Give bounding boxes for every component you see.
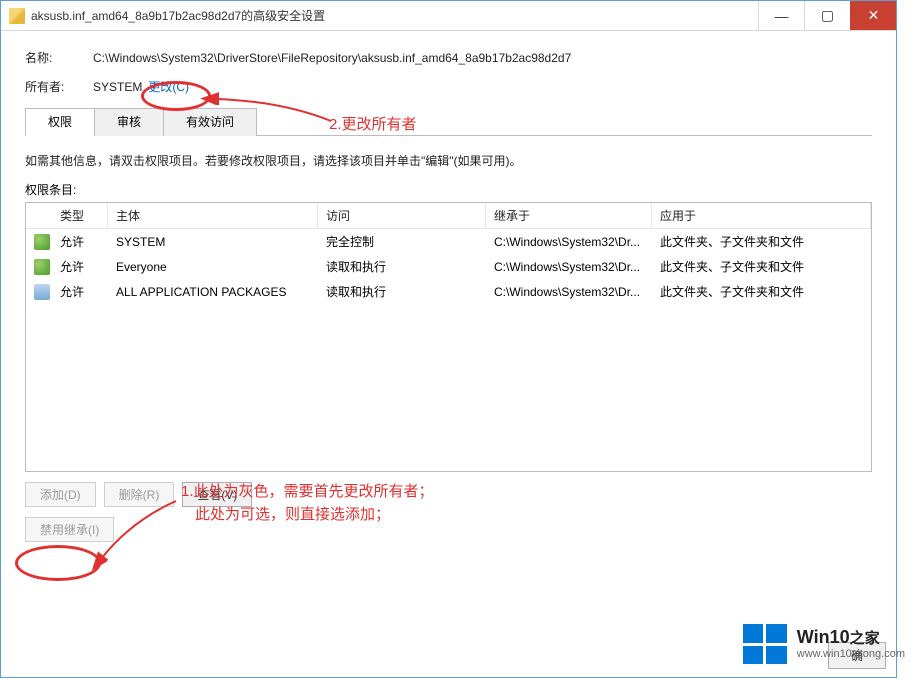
row-inherit: C:\Windows\System32\Dr... <box>486 283 652 301</box>
close-button[interactable]: ✕ <box>850 1 896 30</box>
tab-effective-access[interactable]: 有效访问 <box>163 108 257 136</box>
col-inherit[interactable]: 继承于 <box>486 203 652 228</box>
row-type: 允许 <box>52 281 108 302</box>
principal-icon <box>34 284 50 300</box>
table-body: 允许SYSTEM完全控制C:\Windows\System32\Dr...此文件… <box>26 229 871 304</box>
name-value: C:\Windows\System32\DriverStore\FileRepo… <box>93 51 571 65</box>
row-access: 完全控制 <box>318 231 486 252</box>
row-type: 允许 <box>52 256 108 277</box>
row-inherit: C:\Windows\System32\Dr... <box>486 258 652 276</box>
titlebar[interactable]: aksusb.inf_amd64_8a9b17b2ac98d2d7的高级安全设置… <box>1 1 896 31</box>
watermark-text: Win10之家 www.win10xitong.com <box>797 628 905 660</box>
remove-button[interactable]: 删除(R) <box>104 482 175 507</box>
owner-label: 所有者: <box>25 78 93 95</box>
col-access[interactable]: 访问 <box>318 203 486 228</box>
row-type: 允许 <box>52 231 108 252</box>
row-icon <box>26 282 52 302</box>
watermark-site: www.win10xitong.com <box>797 648 905 660</box>
row-access: 读取和执行 <box>318 256 486 277</box>
folder-icon <box>9 8 25 24</box>
owner-row: 所有者: SYSTEM 更改(C) <box>25 78 872 95</box>
watermark: Win10之家 www.win10xitong.com <box>743 624 905 664</box>
col-apply[interactable]: 应用于 <box>652 203 871 228</box>
row-inherit: C:\Windows\System32\Dr... <box>486 233 652 251</box>
window-controls: — ▢ ✕ <box>758 1 896 30</box>
row-apply: 此文件夹、子文件夹和文件 <box>652 281 871 302</box>
row-principal: SYSTEM <box>108 233 318 251</box>
row-principal: Everyone <box>108 258 318 276</box>
table-row[interactable]: 允许Everyone读取和执行C:\Windows\System32\Dr...… <box>26 254 871 279</box>
col-principal[interactable]: 主体 <box>108 203 318 228</box>
principal-icon <box>34 259 50 275</box>
table-row[interactable]: 允许SYSTEM完全控制C:\Windows\System32\Dr...此文件… <box>26 229 871 254</box>
window-title: aksusb.inf_amd64_8a9b17b2ac98d2d7的高级安全设置 <box>31 7 758 24</box>
windows-logo-icon <box>743 624 787 664</box>
permission-button-bar: 添加(D) 删除(R) 查看(V) <box>25 482 872 507</box>
watermark-brand-suffix: 之家 <box>850 630 880 647</box>
tab-strip: 权限 审核 有效访问 <box>25 107 872 136</box>
row-icon <box>26 232 52 252</box>
table-header: 类型 主体 访问 继承于 应用于 <box>26 203 871 229</box>
row-apply: 此文件夹、子文件夹和文件 <box>652 231 871 252</box>
permission-table[interactable]: 类型 主体 访问 继承于 应用于 允许SYSTEM完全控制C:\Windows\… <box>25 202 872 472</box>
owner-value: SYSTEM <box>93 80 142 94</box>
row-apply: 此文件夹、子文件夹和文件 <box>652 256 871 277</box>
add-button[interactable]: 添加(D) <box>25 482 96 507</box>
row-icon <box>26 257 52 277</box>
tab-auditing[interactable]: 审核 <box>94 108 164 136</box>
name-label: 名称: <box>25 49 93 66</box>
change-owner-link[interactable]: 更改(C) <box>148 78 189 95</box>
permission-entries-label: 权限条目: <box>25 181 872 198</box>
security-dialog: aksusb.inf_amd64_8a9b17b2ac98d2d7的高级安全设置… <box>0 0 897 678</box>
tab-permissions[interactable]: 权限 <box>25 108 95 136</box>
col-type[interactable]: 类型 <box>52 203 108 228</box>
dialog-content: 名称: C:\Windows\System32\DriverStore\File… <box>1 31 896 552</box>
maximize-button[interactable]: ▢ <box>804 1 850 30</box>
col-icon <box>26 203 52 228</box>
watermark-brand: Win10 <box>797 627 850 647</box>
minimize-button[interactable]: — <box>758 1 804 30</box>
principal-icon <box>34 234 50 250</box>
disable-inheritance-button[interactable]: 禁用继承(I) <box>25 517 114 542</box>
instructions-text: 如需其他信息，请双击权限项目。若要修改权限项目，请选择该项目并单击"编辑"(如果… <box>25 152 872 169</box>
table-row[interactable]: 允许ALL APPLICATION PACKAGES读取和执行C:\Window… <box>26 279 871 304</box>
view-button[interactable]: 查看(V) <box>182 482 252 507</box>
row-principal: ALL APPLICATION PACKAGES <box>108 283 318 301</box>
name-row: 名称: C:\Windows\System32\DriverStore\File… <box>25 49 872 66</box>
inheritance-bar: 禁用继承(I) <box>25 517 872 542</box>
row-access: 读取和执行 <box>318 281 486 302</box>
